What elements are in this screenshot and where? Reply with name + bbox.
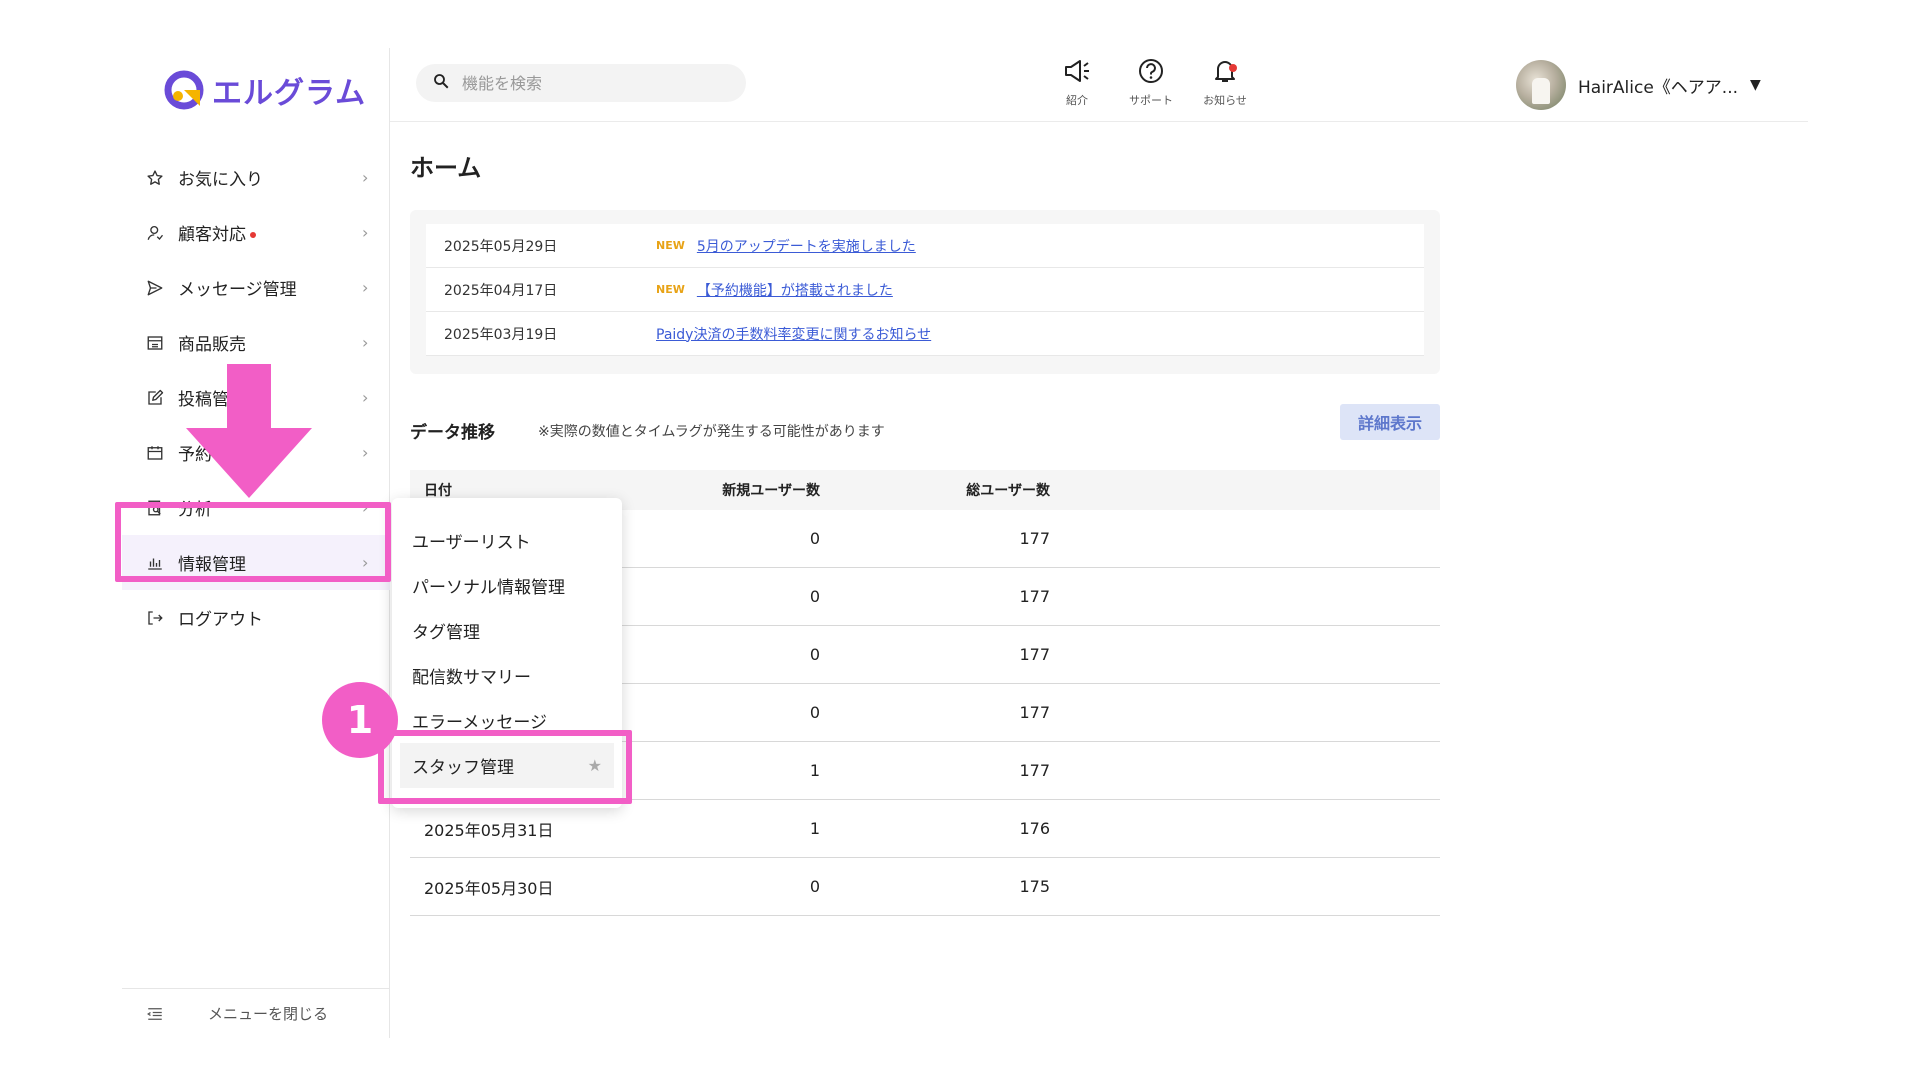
cell-new-users: 0 — [809, 645, 820, 664]
avatar — [1516, 60, 1566, 110]
highlight-info-management — [115, 502, 391, 582]
logo-text: エルグラム — [212, 76, 367, 111]
news-item: 2025年04月17日 NEW 【予約機能】が搭載されました — [426, 268, 1424, 312]
news-date: 2025年05月29日 — [444, 238, 558, 255]
data-trend-note: ※実際の数値とタイムラグが発生する可能性があります — [538, 424, 885, 440]
sidebar-item-logout[interactable]: ログアウト — [122, 590, 390, 645]
sidebar-item-label: 顧客対応 — [178, 225, 246, 245]
page-title: ホーム — [410, 154, 482, 182]
submenu-item-user-list[interactable]: ユーザーリスト — [392, 518, 622, 563]
news-link[interactable]: 5月のアップデートを実施しました — [697, 236, 916, 256]
cell-total-users: 177 — [1019, 645, 1050, 664]
notifications-label: お知らせ — [1203, 94, 1247, 107]
cell-date: 2025年05月31日 — [424, 820, 554, 840]
chevron-right-icon: › — [362, 168, 369, 187]
table-row: 2025年05月30日 0 175 — [410, 858, 1440, 916]
referral-button[interactable]: 紹介 — [1047, 58, 1107, 114]
cell-new-users: 0 — [809, 587, 820, 606]
step-number-badge: 1 — [322, 682, 398, 758]
logo-mark-icon — [164, 70, 204, 110]
sidebar-item-sales[interactable]: 商品販売 › — [122, 315, 390, 370]
cell-new-users: 0 — [809, 703, 820, 722]
cell-total-users: 177 — [1019, 587, 1050, 606]
cell-total-users: 175 — [1019, 877, 1050, 896]
news-panel: 2025年05月29日 NEW 5月のアップデートを実施しました 2025年04… — [410, 210, 1440, 374]
support-label: サポート — [1129, 94, 1173, 107]
cell-new-users: 1 — [809, 761, 820, 780]
data-trend-title: データ推移 — [410, 423, 495, 443]
submenu-item-personal-info[interactable]: パーソナル情報管理 — [392, 563, 622, 608]
calendar-icon — [144, 442, 166, 464]
news-link[interactable]: 【予約機能】が搭載されました — [697, 280, 893, 300]
store-icon — [144, 332, 166, 354]
chevron-right-icon: › — [362, 333, 369, 352]
cell-total-users: 177 — [1019, 529, 1050, 548]
chevron-right-icon: › — [362, 278, 369, 297]
app-logo[interactable]: エルグラム — [164, 66, 366, 114]
submenu-item-delivery-summary[interactable]: 配信数サマリー — [392, 653, 622, 698]
collapse-menu-label: メニューを閉じる — [208, 1005, 329, 1023]
highlight-staff-management — [378, 730, 632, 804]
search-bar[interactable] — [416, 64, 746, 102]
bell-icon — [1211, 58, 1239, 88]
support-button[interactable]: サポート — [1121, 58, 1181, 114]
cell-total-users: 176 — [1019, 819, 1050, 838]
sidebar-item-label: ログアウト — [178, 610, 263, 630]
megaphone-icon — [1063, 58, 1091, 88]
help-icon — [1137, 58, 1165, 88]
cell-new-users: 1 — [809, 819, 820, 838]
pointer-arrow-down-icon — [186, 364, 312, 502]
news-list: 2025年05月29日 NEW 5月のアップデートを実施しました 2025年04… — [426, 224, 1424, 356]
news-date: 2025年04月17日 — [444, 282, 558, 299]
collapse-menu-button[interactable]: メニューを閉じる — [122, 988, 390, 1038]
chevron-right-icon: › — [362, 223, 369, 242]
cell-new-users: 0 — [809, 529, 820, 548]
user-menu[interactable]: HairAlice《ヘアア... ▼ — [1516, 58, 1761, 112]
search-input[interactable] — [462, 73, 722, 93]
news-date: 2025年03月19日 — [444, 326, 558, 343]
column-header-total-users: 総ユーザー数 — [966, 483, 1050, 499]
new-badge: NEW — [656, 283, 685, 296]
notification-dot — [1229, 64, 1237, 72]
logout-icon — [144, 607, 166, 629]
table-row: 2025年05月31日 1 176 — [410, 800, 1440, 858]
referral-label: 紹介 — [1066, 94, 1088, 107]
sidebar-item-messages[interactable]: メッセージ管理 › — [122, 260, 390, 315]
sidebar-item-label: お気に入り — [178, 170, 263, 190]
sidebar-item-customer[interactable]: 顧客対応 › — [122, 205, 390, 260]
sidebar-item-label: メッセージ管理 — [178, 280, 297, 300]
caret-down-icon: ▼ — [1750, 77, 1761, 93]
notification-dot — [250, 232, 256, 238]
news-item: 2025年03月19日 Paidy決済の手数料率変更に関するお知らせ — [426, 312, 1424, 356]
column-header-date: 日付 — [424, 483, 452, 499]
cell-date: 2025年05月30日 — [424, 878, 554, 898]
top-header: 紹介 サポート お知らせ HairAlice《ヘアア... ▼ — [390, 48, 1808, 122]
cell-total-users: 177 — [1019, 703, 1050, 722]
chevron-right-icon: › — [362, 443, 369, 462]
star-icon — [144, 167, 166, 189]
news-link[interactable]: Paidy決済の手数料率変更に関するお知らせ — [656, 324, 931, 344]
user-name: HairAlice《ヘアア... — [1578, 77, 1739, 98]
chevron-right-icon: › — [362, 388, 369, 407]
cell-total-users: 177 — [1019, 761, 1050, 780]
column-header-new-users: 新規ユーザー数 — [722, 483, 820, 499]
notifications-button[interactable]: お知らせ — [1195, 58, 1255, 114]
news-item: 2025年05月29日 NEW 5月のアップデートを実施しました — [426, 224, 1424, 268]
submenu-item-tags[interactable]: タグ管理 — [392, 608, 622, 653]
edit-icon — [144, 387, 166, 409]
sidebar-item-label: 商品販売 — [178, 335, 246, 355]
cell-new-users: 0 — [809, 877, 820, 896]
detail-view-button[interactable]: 詳細表示 — [1340, 404, 1440, 440]
search-icon — [432, 72, 450, 94]
send-icon — [144, 277, 166, 299]
new-badge: NEW — [656, 239, 685, 252]
menu-collapse-icon — [144, 1003, 166, 1025]
person-icon — [144, 222, 166, 244]
sidebar-item-favorites[interactable]: お気に入り › — [122, 150, 390, 205]
